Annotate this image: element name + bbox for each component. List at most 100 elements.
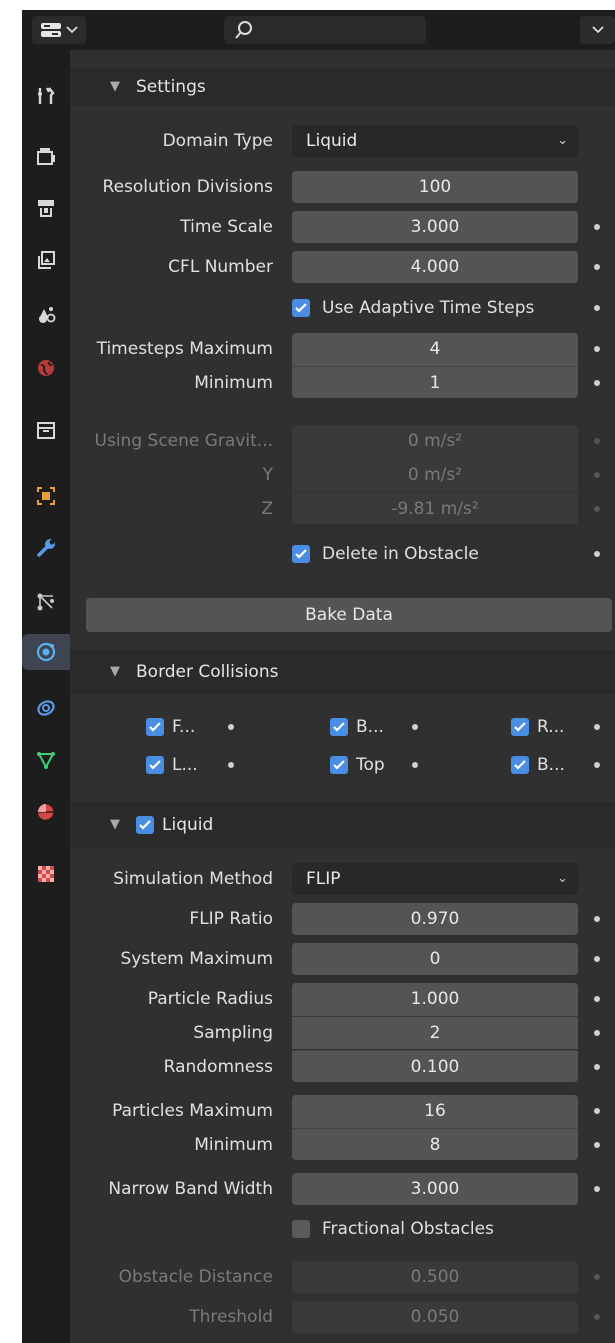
particles-min-field[interactable]: 8 <box>292 1128 578 1160</box>
view-layer-tab[interactable] <box>22 242 70 278</box>
texture-tab[interactable] <box>22 856 70 892</box>
threshold-label: Threshold <box>189 1307 273 1327</box>
constraints-tab[interactable] <box>22 690 70 726</box>
border-collisions-title: Border Collisions <box>136 662 279 682</box>
randomness-field[interactable]: 0.100 <box>292 1050 578 1082</box>
editor-type-button[interactable] <box>32 16 86 44</box>
material-tab[interactable] <box>22 794 70 830</box>
data-tab[interactable] <box>22 742 70 778</box>
border-right-checkbox[interactable]: R... <box>511 710 591 744</box>
scene-tab[interactable] <box>22 296 70 332</box>
gravity-z-field: -9.81 m/s² <box>292 492 578 524</box>
border-left-checkbox[interactable]: L... <box>146 748 236 782</box>
options-dropdown-button[interactable] <box>580 16 615 44</box>
keyframe-dot <box>594 472 600 478</box>
adaptive-time-steps-checkbox[interactable]: Use Adaptive Time Steps <box>292 291 592 325</box>
cfl-label: CFL Number <box>168 257 273 277</box>
timesteps-max-field[interactable]: 4 <box>292 333 578 366</box>
domain-type-label: Domain Type <box>162 131 273 151</box>
timesteps-min-label: Minimum <box>194 373 273 393</box>
keyframe-dot[interactable] <box>594 762 600 768</box>
keyframe-dot[interactable] <box>594 1108 600 1114</box>
keyframe-dot[interactable] <box>412 724 418 730</box>
keyframe-dot[interactable] <box>228 724 234 730</box>
object-tab[interactable] <box>22 478 70 514</box>
object-icon <box>37 487 55 505</box>
keyframe-dot[interactable] <box>594 956 600 962</box>
properties-editor-icon <box>41 23 61 37</box>
tool-tab[interactable] <box>22 78 70 114</box>
keyframe-dot[interactable] <box>594 724 600 730</box>
flip-ratio-label: FLIP Ratio <box>189 909 273 929</box>
sim-method-dropdown[interactable]: FLIP ⌄ <box>292 863 578 895</box>
border-top-checkbox[interactable]: Top <box>330 748 420 782</box>
collapse-triangle-icon: ▼ <box>110 817 120 832</box>
keyframe-dot[interactable] <box>594 380 600 386</box>
domain-type-dropdown[interactable]: Liquid ⌄ <box>292 125 578 157</box>
modifier-tab[interactable] <box>22 530 70 566</box>
border-bottom-checkbox[interactable]: B... <box>511 748 591 782</box>
settings-panel-header[interactable]: ▼ Settings <box>70 68 615 106</box>
render-icon <box>37 148 55 165</box>
obstacle-distance-label: Obstacle Distance <box>118 1267 273 1287</box>
search-input[interactable] <box>224 16 426 44</box>
keyframe-dot[interactable] <box>594 224 600 230</box>
fractional-obstacles-checkbox[interactable]: Fractional Obstacles <box>292 1212 592 1246</box>
keyframe-dot[interactable] <box>594 551 600 557</box>
narrow-band-field[interactable]: 3.000 <box>292 1173 578 1205</box>
particles-max-label: Particles Maximum <box>112 1101 273 1121</box>
header-bar <box>22 10 615 50</box>
border-collisions-header[interactable]: ▼ Border Collisions <box>70 650 615 694</box>
flip-ratio-field[interactable]: 0.970 <box>292 903 578 935</box>
liquid-enable-checkbox[interactable] <box>136 816 154 834</box>
keyframe-dot[interactable] <box>228 762 234 768</box>
system-max-field[interactable]: 0 <box>292 943 578 975</box>
particle-radius-field[interactable]: 1.000 <box>292 983 578 1016</box>
keyframe-dot[interactable] <box>594 305 600 311</box>
delete-in-obstacle-checkbox[interactable]: Delete in Obstacle <box>292 537 592 571</box>
border-back-checkbox[interactable]: B... <box>330 710 420 744</box>
world-icon <box>38 360 54 376</box>
render-tab[interactable] <box>22 138 70 174</box>
keyframe-dot[interactable] <box>594 1064 600 1070</box>
sampling-label: Sampling <box>193 1023 273 1043</box>
world-tab[interactable] <box>22 350 70 386</box>
keyframe-dot[interactable] <box>594 1142 600 1148</box>
particles-tab[interactable] <box>22 584 70 620</box>
sim-method-value: FLIP <box>306 869 341 889</box>
sampling-field[interactable]: 2 <box>292 1016 578 1049</box>
keyframe-dot[interactable] <box>594 996 600 1002</box>
resolution-field[interactable]: 100 <box>292 171 578 203</box>
gravity-label: Using Scene Gravit... <box>94 431 273 451</box>
liquid-panel-header[interactable]: ▼ Liquid <box>70 802 615 848</box>
keyframe-dot[interactable] <box>412 762 418 768</box>
physics-tab[interactable] <box>22 634 70 670</box>
output-tab[interactable] <box>22 190 70 226</box>
keyframe-dot <box>594 1274 600 1280</box>
particles-max-field[interactable]: 16 <box>292 1095 578 1128</box>
keyframe-dot[interactable] <box>594 916 600 922</box>
checkbox-unchecked-icon <box>292 1220 310 1238</box>
time-scale-field[interactable]: 3.000 <box>292 211 578 243</box>
threshold-field: 0.050 <box>292 1301 578 1333</box>
keyframe-dot[interactable] <box>594 264 600 270</box>
cfl-field[interactable]: 4.000 <box>292 251 578 283</box>
keyframe-dot[interactable] <box>594 1030 600 1036</box>
border-back-label: B... <box>356 717 384 737</box>
keyframe-dot[interactable] <box>594 1186 600 1192</box>
keyframe-dot <box>594 1314 600 1320</box>
timesteps-min-field[interactable]: 1 <box>292 366 578 398</box>
particles-min-label: Minimum <box>194 1135 273 1155</box>
texture-icon <box>38 866 54 882</box>
domain-type-row: Domain Type Liquid ⌄ <box>70 124 615 158</box>
keyframe-dot[interactable] <box>594 346 600 352</box>
bake-data-button[interactable]: Bake Data <box>86 598 612 632</box>
border-front-checkbox[interactable]: F... <box>146 710 236 744</box>
collection-tab[interactable] <box>22 412 70 448</box>
resolution-row: Resolution Divisions 100 <box>70 170 615 204</box>
randomness-label: Randomness <box>163 1057 273 1077</box>
particles-min-row: Minimum 8 <box>70 1128 615 1162</box>
timesteps-min-row: Minimum 1 <box>70 366 615 400</box>
resolution-label: Resolution Divisions <box>102 177 273 197</box>
checkbox-checked-icon <box>292 299 310 317</box>
